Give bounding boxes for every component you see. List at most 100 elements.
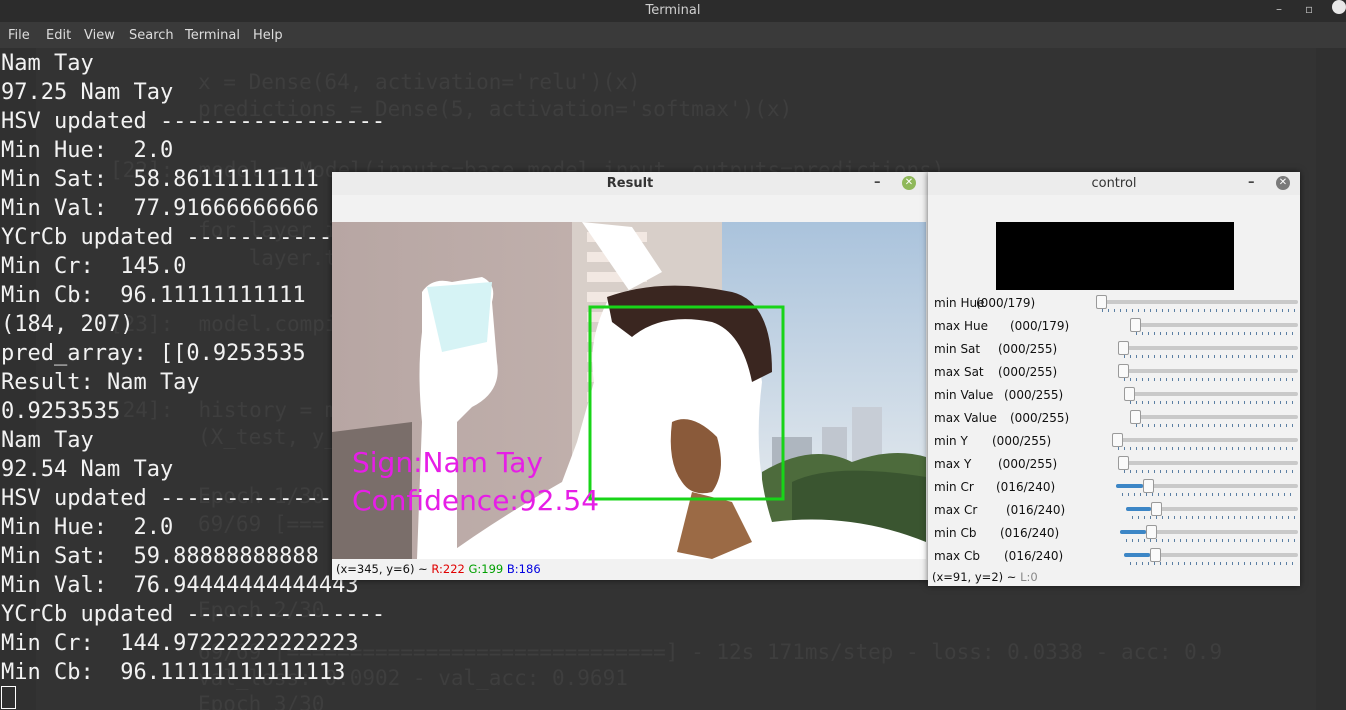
trackbar-track[interactable] [1096,300,1298,304]
trackbar-track[interactable] [1118,346,1298,350]
terminal-line: Min Hue: 2.0 [1,138,174,163]
terminal-line: Nam Tay [1,428,94,453]
cursor-coords: (x=91, y=2) ~ [932,570,1021,584]
trackbar-track[interactable] [1124,392,1298,396]
trackbar-handle[interactable] [1118,341,1129,355]
cursor-coords: (x=345, y=6) ~ [336,562,432,576]
trackbar-handle[interactable] [1151,502,1163,516]
trackbar-label: max Cb [934,549,980,563]
terminal-line: YCrCb updated -------------- [1,225,372,250]
trackbar-handle[interactable] [1118,364,1129,378]
trackbar-handle[interactable] [1112,433,1123,447]
pixel-g: G:199 [468,562,504,576]
terminal-line: 92.54 Nam Tay [1,457,174,482]
trackbar-value: (000/255) [992,434,1052,448]
trackbar-value: (000/255) [998,457,1058,471]
trackbar-handle[interactable] [1124,387,1135,401]
pixel-r: R:222 [431,562,465,576]
terminal-line: Min Val: 76.94444444444443 [1,573,359,598]
menu-file[interactable]: File [8,28,30,43]
trackbar-row: max Y (000/255) [928,453,1300,476]
result-titlebar[interactable]: Result – ✕ [332,172,928,195]
trackbar-ticks [1130,562,1296,565]
trackbar-ticks [1124,470,1296,473]
trackbar-row: max Cb (016/240) [928,545,1300,568]
menu-help[interactable]: Help [253,28,283,43]
close-icon[interactable]: ✕ [1276,176,1290,190]
trackbar-value: (000/255) [1010,411,1070,425]
trackbar-handle[interactable] [1130,318,1141,332]
minimize-icon[interactable]: – [1248,175,1255,190]
trackbar-row: max Value (000/255) [928,407,1300,430]
trackbar-track[interactable] [1118,369,1298,373]
trackbar-handle[interactable] [1130,410,1141,424]
trackbar-fill [1126,507,1152,511]
terminal-line: HSV updated ----------------- [1,486,386,511]
terminal-line: Min Sat: 59.88888888888 [1,544,319,569]
trackbar-label: min Y [934,434,968,448]
menu-view[interactable]: View [84,28,115,43]
trackbar-value: (016/240) [1000,526,1060,540]
trackbar-handle[interactable] [1118,456,1129,470]
terminal-line: Min Val: 77.91666666666 [1,196,319,221]
trackbar-handle[interactable] [1096,295,1107,309]
terminal-titlebar: Terminal – ▫ [0,0,1346,22]
sign-label: Sign:Nam Tay [352,446,543,479]
trackbar-fill [1120,530,1147,534]
trackbar-handle[interactable] [1149,548,1161,562]
trackbar-label: max Y [934,457,972,471]
terminal-line: Min Hue: 2.0 [1,515,174,540]
trackbar-value: (016/240) [1006,503,1066,517]
menu-terminal[interactable]: Terminal [185,28,240,43]
trackbar-track[interactable] [1130,323,1298,327]
trackbar-fill [1124,553,1150,557]
close-icon[interactable]: ✕ [902,176,916,190]
minimize-icon[interactable]: – [874,175,881,190]
trackbar-value: (016/240) [1004,549,1064,563]
trackbar-ticks [1132,516,1296,519]
trackbar-ticks [1124,355,1296,358]
trackbar-label: max Hue [934,319,988,333]
trackbar-label: max Cr [934,503,978,517]
trackbar-ticks [1102,309,1296,312]
trackbar-value: (000/255) [998,342,1058,356]
minimize-icon[interactable]: – [1276,2,1282,16]
pixel-b: B:186 [506,562,541,576]
trackbar-ticks [1136,424,1296,427]
trackbar-label: min Sat [934,342,981,356]
terminal-line: HSV updated ----------------- [1,109,386,134]
trackbar-handle[interactable] [1146,525,1158,539]
trackbar-row: max Cr (016/240) [928,499,1300,522]
trackbar-ticks [1136,332,1296,335]
trackbar-track[interactable] [1118,461,1298,465]
terminal-line: Min Cb: 96.11111111111 [1,283,306,308]
result-window[interactable]: Result – ✕ Sign:Nam Tay Confidence:92.54… [332,172,928,580]
trackbar-row: min Y (000/255) [928,430,1300,453]
maximize-icon[interactable]: ▫ [1305,2,1313,16]
trackbar-row: max Hue (000/179) [928,315,1300,338]
camera-view[interactable]: Sign:Nam Tay Confidence:92.54 [332,222,926,559]
terminal-line: Nam Tay [1,51,94,76]
close-icon[interactable] [1332,0,1346,14]
terminal-line: (184, 207) [1,312,134,337]
control-window[interactable]: control – ✕ min Hue (000/179) max Hue (000/… [928,172,1300,586]
control-titlebar[interactable]: control – ✕ [928,172,1300,195]
menu-edit[interactable]: Edit [46,28,71,43]
trackbar-track[interactable] [1130,415,1298,419]
trackbar-row: max Sat (000/255) [928,361,1300,384]
trackbar-label: min Cr [934,480,974,494]
trackbar-handle[interactable] [1142,479,1154,493]
trackbar-ticks [1124,378,1296,381]
trackbar-label: min Cb [934,526,977,540]
trackbar-value: (000/255) [998,365,1058,379]
trackbar-value: (000/179) [976,296,1036,310]
trackbar-track[interactable] [1112,438,1298,442]
terminal-line: 97.25 Nam Tay [1,80,174,105]
menu-search[interactable]: Search [129,28,174,43]
trackbar-label: min Value [934,388,994,402]
trackbar-label: max Value [934,411,997,425]
trackbar-row: min Sat (000/255) [928,338,1300,361]
pixel-l: L:0 [1020,570,1038,584]
trackbar-ticks [1130,401,1296,404]
trackbar-row: min Cr (016/240) [928,476,1300,499]
